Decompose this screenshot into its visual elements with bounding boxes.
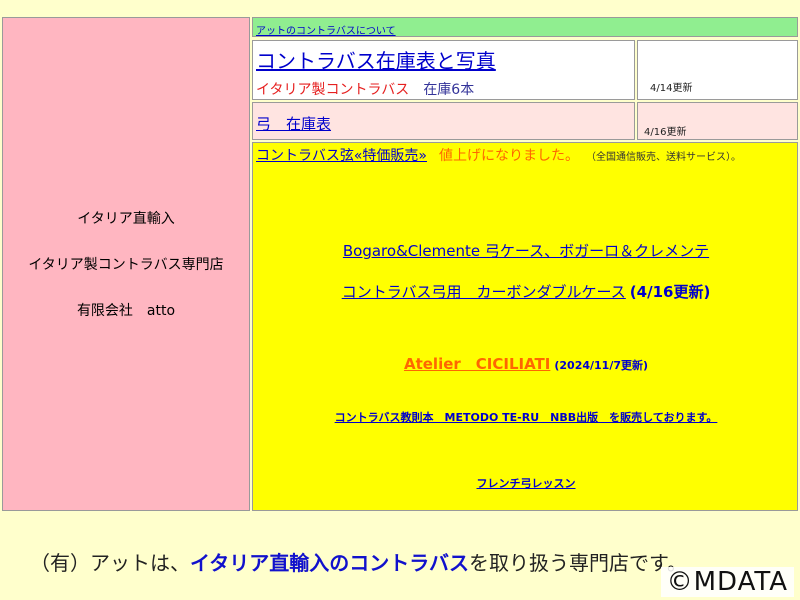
strings-sale-link[interactable]: コントラバス弦«特価販売» xyxy=(256,148,427,164)
strings-note: （全国通信販売、送料サービス）。 xyxy=(591,152,741,163)
metodo-book-link[interactable]: コントラバス教則本 METODO TE-RU NBB出版 を販売しております。 xyxy=(335,411,718,424)
french-bow-lesson-link[interactable]: フレンチ弓レッスン xyxy=(477,477,576,490)
stock-updated-date: 4/14更新 xyxy=(650,83,693,94)
stock-origin: イタリア製コントラバス xyxy=(256,82,410,98)
about-cell: アットのコントラバスについて xyxy=(252,17,798,37)
bow-date-cell: 4/16更新 xyxy=(637,102,798,140)
stock-count: 在庫6本 xyxy=(423,82,475,98)
company-name: 有限会社 atto xyxy=(76,303,176,319)
shop-info-panel: イタリア直輸入 イタリア製コントラバス専門店 有限会社 atto xyxy=(2,17,250,511)
strings-notice: コントラバス弦«特価販売» 値上げになりました。 （全国通信販売、送料サービス）。 xyxy=(256,147,792,167)
layout-table: イタリア直輸入 イタリア製コントラバス専門店 有限会社 atto アットのコント… xyxy=(0,14,800,514)
intro-statement: （有）アットは、イタリア直輸入のコントラバスを取り扱う専門店です。 xyxy=(30,547,687,576)
stock-date-cell: 4/14更新 xyxy=(637,40,798,100)
french-row: フレンチ弓レッスン xyxy=(253,475,799,491)
news-cell: コントラバス弦«特価販売» 値上げになりました。 （全国通信販売、送料サービス）。 … xyxy=(252,142,798,511)
shop-tagline-import: イタリア直輸入 xyxy=(77,211,175,227)
intro-highlight: イタリア直輸入のコントラバス xyxy=(190,551,469,575)
atelier-update: (2024/11/7更新) xyxy=(554,359,649,372)
bow-cell: 弓 在庫表 xyxy=(252,102,635,140)
stock-summary: イタリア製コントラバス 在庫6本 xyxy=(256,79,474,99)
intro-post: を取り扱う専門店です。 xyxy=(469,551,687,575)
bogaro-row: Bogaro&Clemente 弓ケース、ボガーロ＆クレメンテ xyxy=(253,240,799,261)
bow-updated-date: 4/16更新 xyxy=(644,127,687,138)
metodo-row: コントラバス教則本 METODO TE-RU NBB出版 を販売しております。 xyxy=(253,409,799,425)
stock-list-link[interactable]: コントラバス在庫表と写真 xyxy=(256,45,496,74)
carbon-update: (4/16更新) xyxy=(629,283,711,301)
bow-stock-link[interactable]: 弓 在庫表 xyxy=(256,113,331,134)
watermark-logo: ©MDATA xyxy=(660,567,794,597)
carbon-row: コントラバス弓用 カーボンダブルケース (4/16更新) xyxy=(253,281,799,302)
stock-cell: コントラバス在庫表と写真 イタリア製コントラバス 在庫6本 xyxy=(252,40,635,100)
price-up-notice: 値上げになりました。 xyxy=(439,148,579,164)
atelier-link[interactable]: Atelier CICILIATI xyxy=(404,355,550,373)
atelier-row: Atelier CICILIATI (2024/11/7更新) xyxy=(253,353,799,374)
carbon-case-link[interactable]: コントラバス弓用 カーボンダブルケース xyxy=(342,283,626,301)
bogaro-case-link[interactable]: Bogaro&Clemente 弓ケース、ボガーロ＆クレメンテ xyxy=(343,242,709,260)
shop-tagline-specialty: イタリア製コントラバス専門店 xyxy=(28,257,224,273)
about-link[interactable]: アットのコントラバスについて xyxy=(256,22,396,37)
intro-pre: （有）アットは、 xyxy=(30,551,190,575)
